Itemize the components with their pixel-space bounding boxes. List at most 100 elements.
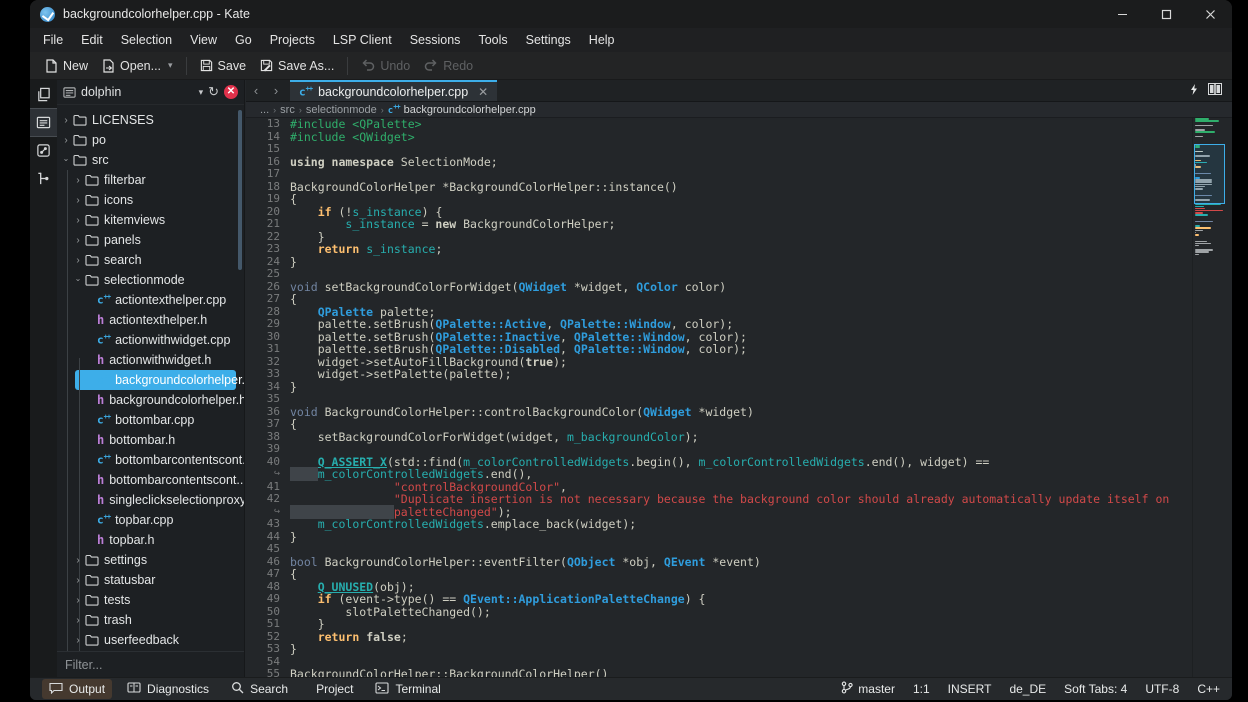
chevron-down-icon[interactable]: ▾ (199, 87, 204, 98)
open-button[interactable]: Open...▾ (95, 55, 180, 77)
status-c-[interactable]: C++ (1197, 682, 1220, 696)
new-button[interactable]: New (38, 55, 95, 77)
expander-open-icon[interactable]: ⌄ (61, 154, 71, 163)
tree-folder-src[interactable]: ⌄src (57, 150, 244, 170)
tree-file-singleclickselectionproxy-[interactable]: hsingleclickselectionproxy... (57, 490, 244, 510)
code-text: void BackgroundColorHelper::controlBackg… (290, 406, 754, 419)
status-master[interactable]: master (841, 681, 895, 697)
tree-folder-tests[interactable]: ›tests (57, 590, 244, 610)
menu-sessions[interactable]: Sessions (401, 30, 470, 50)
expander-icon[interactable]: › (61, 135, 71, 146)
expander-icon[interactable]: › (73, 635, 83, 646)
code-text: setBackgroundColorForWidget(widget, m_ba… (290, 431, 699, 444)
tree-folder-settings[interactable]: ›settings (57, 550, 244, 570)
tree-file-topbar-cpp[interactable]: c++topbar.cpp (57, 510, 244, 530)
lightning-icon[interactable] (1190, 82, 1198, 100)
history-forward-button[interactable]: › (266, 80, 286, 101)
statusbar-diagnostics-button[interactable]: Diagnostics (120, 679, 216, 699)
tree-file-bottombar-h[interactable]: hbottombar.h (57, 430, 244, 450)
tree-file-actionwithwidget-h[interactable]: hactionwithwidget.h (57, 350, 244, 370)
statusbar-terminal-button[interactable]: Terminal (368, 679, 447, 699)
close-circle-icon[interactable]: ✕ (224, 85, 238, 99)
expander-open-icon[interactable]: ⌄ (73, 274, 83, 283)
code-line-50: 50 slotPaletteChanged(); (246, 606, 1232, 619)
tree-folder-search[interactable]: ›search (57, 250, 244, 270)
statusbar-output-button[interactable]: Output (42, 679, 112, 699)
menu-projects[interactable]: Projects (261, 30, 324, 50)
breadcrumb-overflow[interactable]: ... (260, 104, 269, 116)
menu-help[interactable]: Help (580, 30, 624, 50)
save-button[interactable]: Save (193, 55, 254, 77)
split-view-icon[interactable] (1208, 82, 1222, 100)
tree-folder-icons[interactable]: › icons (57, 190, 244, 210)
status-soft-tabs-4[interactable]: Soft Tabs: 4 (1064, 682, 1127, 696)
tree-folder-selectionmode[interactable]: ⌄selectionmode (57, 270, 244, 290)
tree-folder-kitemviews[interactable]: ›kitemviews (57, 210, 244, 230)
expander-icon[interactable]: › (73, 175, 83, 186)
menu-settings[interactable]: Settings (517, 30, 580, 50)
tree-file-backgroundcolorhelper-c-[interactable]: c++backgroundcolorhelper.c... (57, 370, 244, 390)
tree-item-label: icons (104, 193, 133, 207)
symbols-icon[interactable] (30, 165, 57, 192)
menu-view[interactable]: View (181, 30, 226, 50)
expander-icon[interactable]: › (73, 615, 83, 626)
tree-file-actiontexthelper-h[interactable]: hactiontexthelper.h (57, 310, 244, 330)
tree-file-actiontexthelper-cpp[interactable]: c++actiontexthelper.cpp (57, 290, 244, 310)
tree-file-topbar-h[interactable]: htopbar.h (57, 530, 244, 550)
expander-icon[interactable]: › (73, 215, 83, 226)
documents-icon[interactable] (30, 81, 57, 108)
status-1-1[interactable]: 1:1 (913, 682, 930, 696)
tree-folder-licenses[interactable]: ›LICENSES (57, 110, 244, 130)
expander-icon[interactable]: › (73, 235, 83, 246)
status-insert[interactable]: INSERT (948, 682, 992, 696)
tree-folder-trash[interactable]: ›trash (57, 610, 244, 630)
status-de-de[interactable]: de_DE (1009, 682, 1046, 696)
breadcrumb-src[interactable]: src (280, 104, 295, 116)
tab-backgroundcolorhelper[interactable]: c++ backgroundcolorhelper.cpp ✕ (290, 80, 497, 101)
tree-file-bottombarcontentscont-[interactable]: c++bottombarcontentscont... (57, 450, 244, 470)
projects-icon[interactable] (30, 109, 57, 136)
filter-input[interactable] (57, 652, 244, 677)
tab-close-icon[interactable]: ✕ (478, 85, 488, 99)
expander-icon[interactable]: › (73, 195, 83, 206)
status-utf-8[interactable]: UTF-8 (1145, 682, 1179, 696)
expander-icon[interactable]: › (73, 555, 83, 566)
menu-tools[interactable]: Tools (469, 30, 516, 50)
expander-icon[interactable]: › (61, 115, 71, 126)
statusbar-search-button[interactable]: Search (224, 679, 295, 699)
refresh-icon[interactable]: ↻ (208, 84, 219, 100)
maximize-button[interactable] (1144, 0, 1188, 28)
tree-folder-po[interactable]: ›po (57, 130, 244, 150)
expander-icon[interactable]: › (73, 575, 83, 586)
expander-icon[interactable]: › (73, 595, 83, 606)
tree-folder-filterbar[interactable]: ›filterbar (57, 170, 244, 190)
statusbar-project-button[interactable]: Project (303, 679, 360, 699)
menu-go[interactable]: Go (226, 30, 261, 50)
undo-button: Undo (354, 55, 417, 77)
save-as-button[interactable]: Save As... (253, 55, 341, 77)
expander-icon[interactable]: › (73, 255, 83, 266)
menu-file[interactable]: File (34, 30, 72, 50)
tree-file-bottombar-cpp[interactable]: c++bottombar.cpp (57, 410, 244, 430)
history-back-button[interactable]: ‹ (246, 80, 266, 101)
minimize-button[interactable] (1100, 0, 1144, 28)
minimap-viewport[interactable] (1194, 144, 1225, 203)
menu-edit[interactable]: Edit (72, 30, 112, 50)
close-button[interactable] (1188, 0, 1232, 28)
tree-folder-userfeedback[interactable]: ›userfeedback (57, 630, 244, 650)
breadcrumb-file[interactable]: backgroundcolorhelper.cpp (404, 104, 536, 116)
tree-scrollbar[interactable] (238, 110, 242, 270)
tree-folder-panels[interactable]: ›panels (57, 230, 244, 250)
breadcrumb-selectionmode[interactable]: selectionmode (306, 104, 377, 116)
tree-folder-statusbar[interactable]: ›statusbar (57, 570, 244, 590)
menu-selection[interactable]: Selection (112, 30, 181, 50)
git-icon[interactable] (30, 137, 57, 164)
tree-file-actionwithwidget-cpp[interactable]: c++actionwithwidget.cpp (57, 330, 244, 350)
menu-lsp-client[interactable]: LSP Client (324, 30, 401, 50)
code-editor[interactable]: 13#include <QPalette>14#include <QWidget… (246, 118, 1232, 677)
minimap[interactable] (1192, 118, 1226, 677)
code-text: bool BackgroundColorHelper::eventFilter(… (290, 556, 761, 569)
tree-file-backgroundcolorhelper-h[interactable]: hbackgroundcolorhelper.h (57, 390, 244, 410)
chevron-right-icon: › (273, 105, 276, 115)
tree-file-bottombarcontentscont-[interactable]: hbottombarcontentscont... (57, 470, 244, 490)
